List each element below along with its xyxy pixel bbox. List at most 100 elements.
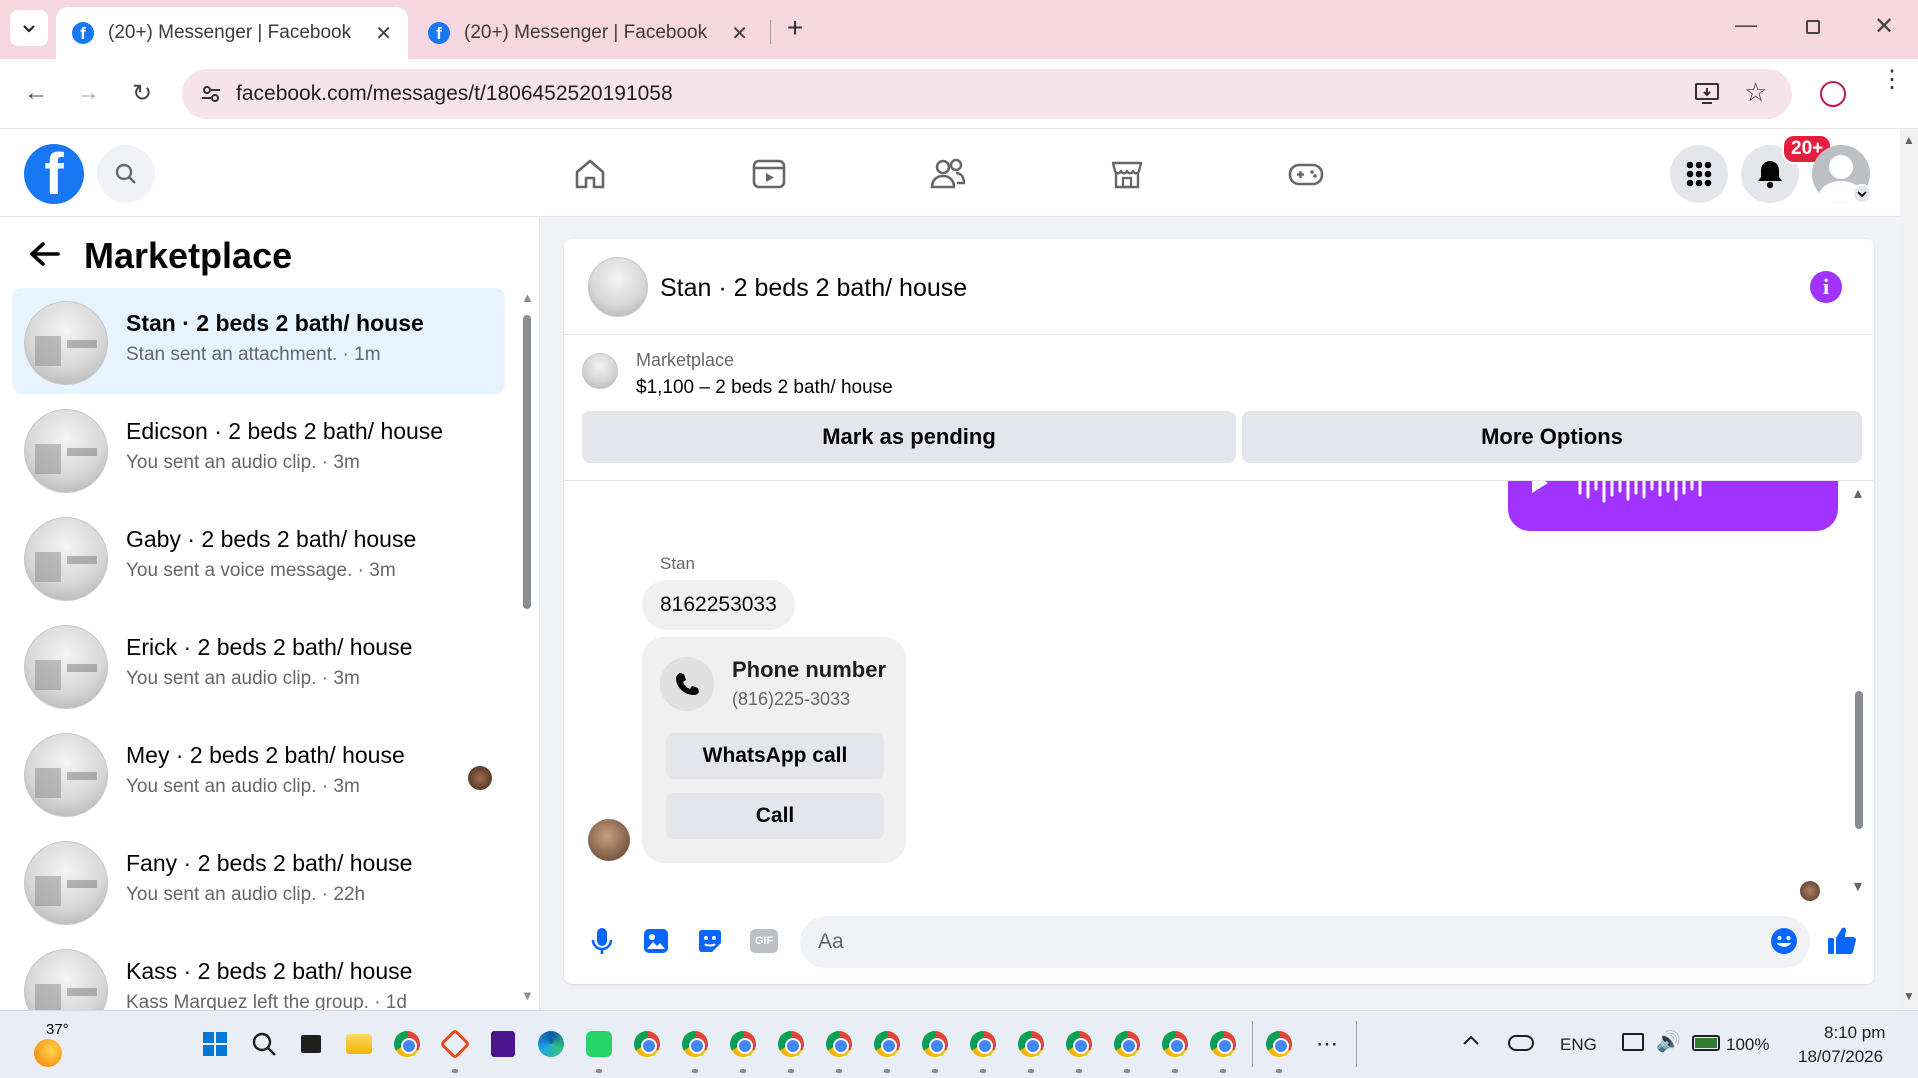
thumbs-up-icon[interactable]	[1822, 921, 1862, 961]
bookmark-star-icon[interactable]: ☆	[1744, 77, 1767, 108]
whatsapp-call-button[interactable]: WhatsApp call	[666, 733, 884, 779]
taskbar-search[interactable]	[247, 1027, 281, 1061]
snipping-tool-app[interactable]	[438, 1027, 472, 1061]
chrome-icon	[634, 1031, 660, 1057]
chat-title[interactable]: Stan · 2 beds 2 bath/ house	[660, 274, 967, 303]
profile-icon[interactable]	[1820, 81, 1846, 107]
show-hidden-icons-button[interactable]	[1462, 1033, 1480, 1051]
scroll-up-arrow[interactable]: ▲	[1851, 485, 1865, 501]
chrome-profile-app[interactable]	[1062, 1027, 1096, 1061]
weather-widget[interactable]: 37°	[30, 1021, 90, 1071]
more-options-button[interactable]: More Options	[1242, 411, 1862, 463]
chrome-profile-app[interactable]	[726, 1027, 760, 1061]
conversation-item-gaby[interactable]: Gaby · 2 beds 2 bath/ house You sent a v…	[12, 504, 505, 610]
start-button[interactable]	[198, 1027, 232, 1061]
clock-time[interactable]: 8:10 pm	[1824, 1023, 1885, 1043]
language-indicator[interactable]: ENG	[1560, 1035, 1597, 1055]
conversation-preview: You sent an audio clip. · 3m	[126, 668, 360, 689]
marketplace-icon	[1111, 161, 1143, 189]
conversation-preview: You sent an audio clip. · 22h	[126, 884, 366, 905]
back-button[interactable]: ←	[16, 73, 56, 113]
scroll-up-arrow[interactable]: ▲	[1903, 133, 1915, 147]
chrome-profile-app[interactable]	[918, 1027, 952, 1061]
conversation-item-stan[interactable]: Stan · 2 beds 2 bath/ house Stan sent an…	[12, 288, 505, 394]
clock-date[interactable]: 18/07/2026	[1798, 1047, 1883, 1067]
chrome-profile-app[interactable]	[822, 1027, 856, 1061]
nav-friends[interactable]	[923, 149, 973, 199]
nav-gaming[interactable]	[1281, 149, 1331, 199]
sticker-icon[interactable]	[690, 921, 730, 961]
scroll-down-arrow[interactable]: ▼	[1903, 989, 1915, 1003]
forward-button[interactable]: →	[68, 73, 108, 113]
chrome-profile-app[interactable]	[774, 1027, 808, 1061]
page-scrollbar[interactable]: ▲ ▼	[1900, 129, 1918, 1010]
scroll-down-arrow[interactable]: ▼	[1851, 878, 1865, 894]
onedrive-icon[interactable]	[1508, 1035, 1534, 1051]
edge-app[interactable]	[534, 1027, 568, 1061]
restore-button[interactable]	[1806, 20, 1820, 34]
listing-title[interactable]: $1,100 – 2 beds 2 bath/ house	[636, 377, 893, 399]
task-view-button[interactable]	[294, 1027, 328, 1061]
sender-avatar[interactable]	[588, 819, 630, 861]
nav-marketplace[interactable]	[1102, 149, 1152, 199]
new-tab-button[interactable]: +	[780, 12, 810, 46]
menu-button[interactable]	[1670, 145, 1728, 203]
site-info-icon[interactable]	[200, 83, 222, 105]
gif-icon[interactable]: GIF	[744, 921, 784, 961]
battery-icon[interactable]	[1692, 1035, 1720, 1051]
network-icon[interactable]	[1622, 1033, 1644, 1051]
chrome-profile-app[interactable]	[1158, 1027, 1192, 1061]
file-explorer-app[interactable]	[342, 1027, 376, 1061]
reload-button[interactable]: ↻	[122, 73, 162, 113]
search-button[interactable]	[97, 145, 155, 203]
mark-as-pending-button[interactable]: Mark as pending	[582, 411, 1236, 463]
list-scrollbar[interactable]	[523, 315, 531, 609]
tab-messenger[interactable]: f (20+) Messenger | Facebook ✕	[412, 7, 764, 59]
install-app-icon[interactable]	[1694, 82, 1720, 106]
scroll-up-arrow[interactable]: ▲	[521, 290, 534, 305]
address-bar[interactable]: facebook.com/messages/t/1806452520191058…	[182, 69, 1792, 119]
conversation-item-mey[interactable]: Mey · 2 beds 2 bath/ house You sent an a…	[12, 720, 505, 826]
message-bubble[interactable]: 8162253033	[642, 580, 795, 630]
back-arrow-icon[interactable]	[28, 239, 62, 278]
close-tab-icon[interactable]: ✕	[375, 21, 392, 46]
minimize-button[interactable]: —	[1735, 12, 1757, 38]
scroll-down-arrow[interactable]: ▼	[521, 988, 534, 1003]
listing-thumbnail	[24, 949, 108, 1010]
chat-scrollbar[interactable]	[1855, 691, 1863, 829]
conversation-item-kass[interactable]: Kass · 2 beds 2 bath/ house Kass Marquez…	[12, 936, 505, 1010]
nav-video[interactable]	[744, 149, 794, 199]
facebook-logo[interactable]: f	[24, 144, 84, 204]
conversation-item-erick[interactable]: Erick · 2 beds 2 bath/ house You sent an…	[12, 612, 505, 718]
nav-home[interactable]	[565, 149, 615, 199]
close-window-button[interactable]: ✕	[1874, 12, 1894, 41]
chrome-profile-app[interactable]	[1110, 1027, 1144, 1061]
onenote-app[interactable]	[486, 1027, 520, 1061]
chrome-profile-app[interactable]	[1206, 1027, 1240, 1061]
conversation-item-edicson[interactable]: Edicson · 2 beds 2 bath/ house You sent …	[12, 396, 505, 502]
chrome-app[interactable]	[390, 1027, 424, 1061]
listing-thumbnail[interactable]	[588, 257, 648, 317]
volume-icon[interactable]: 🔊	[1656, 1029, 1681, 1054]
chrome-profile-app[interactable]	[966, 1027, 1000, 1061]
voice-clip-icon[interactable]	[582, 921, 622, 961]
chrome-app[interactable]	[630, 1027, 664, 1061]
attach-photo-icon[interactable]	[636, 921, 676, 961]
emoji-icon[interactable]	[1764, 921, 1804, 961]
info-icon[interactable]: i	[1810, 271, 1842, 303]
call-button[interactable]: Call	[666, 793, 884, 839]
tab-search-button[interactable]	[10, 10, 48, 46]
message-input[interactable]	[800, 916, 1810, 968]
audio-message-bubble[interactable]	[1508, 481, 1838, 531]
chrome-profile-app[interactable]	[870, 1027, 904, 1061]
tab-messenger-active[interactable]: f (20+) Messenger | Facebook ✕	[56, 7, 408, 59]
account-chevron-icon[interactable]	[1852, 184, 1872, 204]
chrome-profile-app[interactable]	[1014, 1027, 1048, 1061]
close-tab-icon[interactable]: ✕	[731, 21, 748, 46]
whatsapp-app[interactable]	[582, 1027, 616, 1061]
browser-menu-icon[interactable]: ⋮	[1880, 68, 1904, 92]
chrome-profile-app[interactable]	[1262, 1027, 1296, 1061]
more-apps-button[interactable]: ⋯	[1310, 1027, 1344, 1061]
conversation-item-fany[interactable]: Fany · 2 beds 2 bath/ house You sent an …	[12, 828, 505, 934]
chrome-profile-app[interactable]	[678, 1027, 712, 1061]
